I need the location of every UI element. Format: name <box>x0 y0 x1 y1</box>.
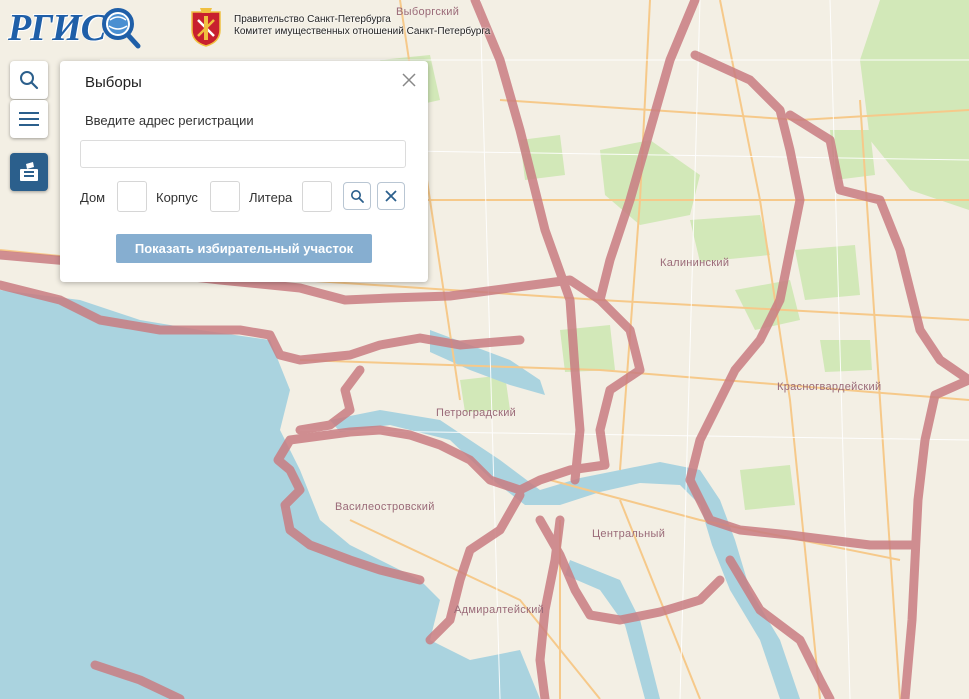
elections-button[interactable] <box>10 153 48 191</box>
rgis-logo[interactable]: РГИС <box>8 2 141 54</box>
district-label-centralny: Центральный <box>592 528 665 540</box>
district-label-admiralteysky: Адмиралтейский <box>454 604 544 616</box>
address-label: Введите адрес регистрации <box>85 113 254 128</box>
search-icon <box>351 190 364 203</box>
elections-panel: Выборы Введите адрес регистрации Дом Кор… <box>60 61 428 282</box>
search-address-button[interactable] <box>343 182 371 210</box>
menu-icon <box>19 112 39 126</box>
clear-button[interactable] <box>377 182 405 210</box>
building-input[interactable] <box>210 181 240 212</box>
globe-magnifier-icon <box>102 8 141 49</box>
close-button[interactable] <box>400 71 418 89</box>
menu-button[interactable] <box>10 100 48 138</box>
letter-label: Литера <box>249 190 293 205</box>
government-header[interactable]: Правительство Санкт-Петербурга Комитет и… <box>186 4 490 48</box>
district-label-kalininsky: Калининский <box>660 257 729 269</box>
district-label-vasileostrovsky: Василеостровский <box>335 501 435 513</box>
government-line-2: Комитет имущественных отношений Санкт-Пе… <box>234 26 491 37</box>
district-label-petrogradsky: Петроградский <box>436 407 516 419</box>
search-icon <box>20 71 39 90</box>
house-label: Дом <box>80 190 106 205</box>
government-line-1: Правительство Санкт-Петербурга <box>234 14 391 25</box>
panel-title: Выборы <box>85 74 142 91</box>
letter-input[interactable] <box>302 181 332 212</box>
clear-icon <box>385 190 397 202</box>
show-polling-station-button[interactable]: Показать избирательный участок <box>116 234 372 263</box>
district-label-krasnogvardeysky: Красногвардейский <box>777 381 881 393</box>
house-input[interactable] <box>117 181 147 212</box>
spb-coat-of-arms-icon <box>191 8 221 47</box>
address-input[interactable] <box>80 140 406 168</box>
building-label: Корпус <box>156 190 198 205</box>
close-icon <box>402 73 416 87</box>
rgis-logo-text: РГИС <box>8 7 106 49</box>
search-button[interactable] <box>10 61 48 99</box>
ballot-box-icon <box>20 162 38 181</box>
